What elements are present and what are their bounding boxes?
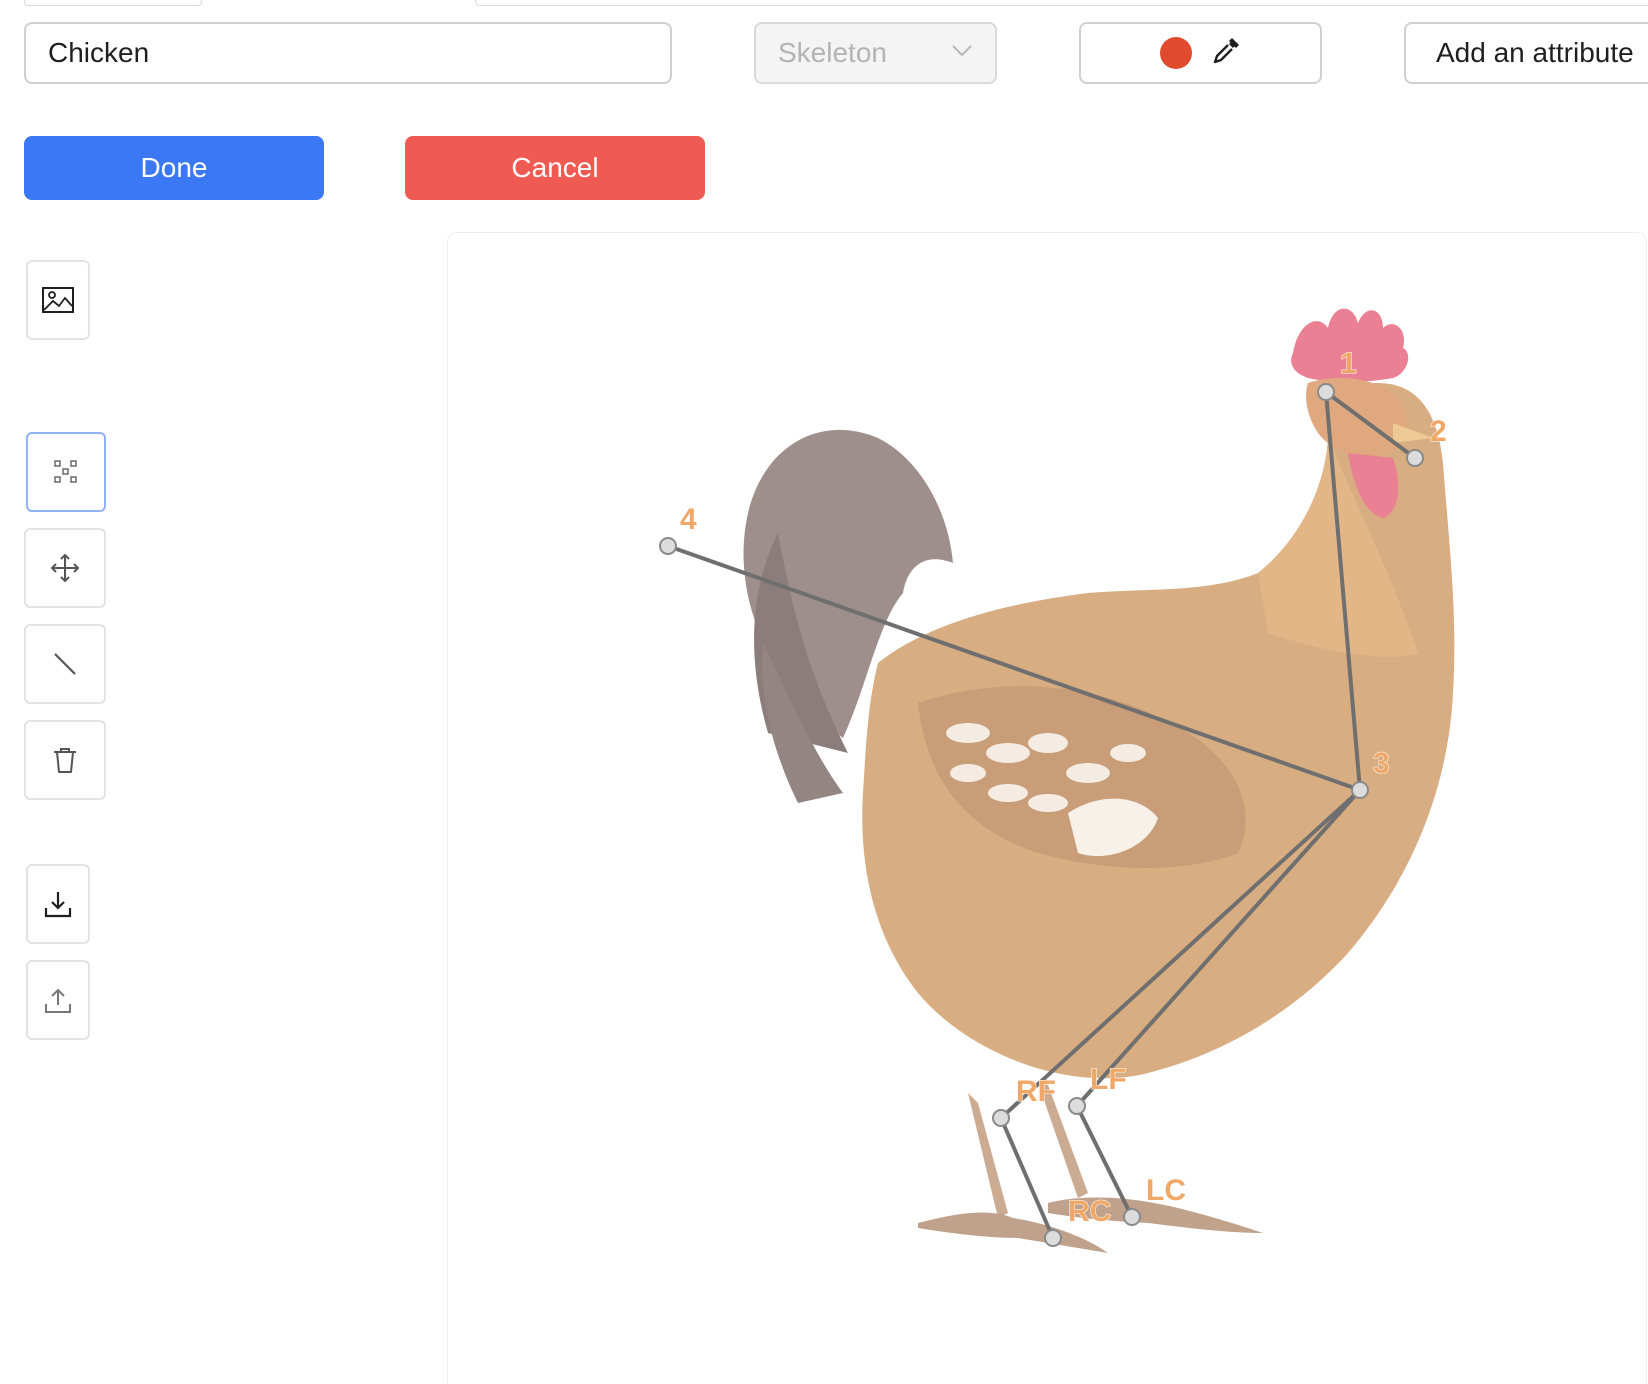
type-select[interactable]: Skeleton	[754, 22, 997, 84]
keypoint-RC[interactable]	[1044, 1229, 1062, 1247]
edge-tool-button[interactable]	[24, 624, 106, 704]
move-icon	[49, 552, 81, 584]
keypoint-label-LF: LF	[1090, 1063, 1127, 1096]
label-name-input[interactable]	[24, 22, 672, 84]
move-tool-button[interactable]	[24, 528, 106, 608]
keypoint-label-2: 2	[1430, 415, 1447, 448]
keypoint-4[interactable]	[659, 537, 677, 555]
tab-remnant	[24, 0, 202, 6]
keypoint-label-3: 3	[1373, 747, 1390, 780]
type-select-value: Skeleton	[778, 37, 887, 68]
download-button[interactable]	[26, 864, 90, 944]
keypoint-2[interactable]	[1406, 449, 1424, 467]
canvas-svg: 1 2 3 4 RF LF RC LC	[659, 308, 1455, 1253]
download-icon	[43, 889, 73, 919]
annotation-canvas[interactable]: 1 2 3 4 RF LF RC LC	[447, 232, 1647, 1384]
color-picker-button[interactable]	[1079, 22, 1322, 84]
color-swatch	[1159, 37, 1192, 69]
keypoint-label-4: 4	[680, 503, 697, 536]
cancel-button[interactable]: Cancel	[405, 136, 705, 200]
keypoint-LC[interactable]	[1123, 1208, 1141, 1226]
keypoint-label-RF: RF	[1016, 1075, 1056, 1108]
line-icon	[50, 649, 80, 679]
keypoint-label-1: 1	[1340, 347, 1357, 380]
eyedropper-icon	[1210, 35, 1242, 72]
keypoint-LF[interactable]	[1068, 1097, 1086, 1115]
done-button[interactable]: Done	[24, 136, 324, 200]
keypoint-3[interactable]	[1351, 781, 1369, 799]
chevron-down-icon	[951, 44, 973, 63]
keypoint-label-RC: RC	[1068, 1195, 1111, 1228]
trash-icon	[50, 745, 80, 775]
rooster-image	[743, 308, 1455, 1253]
upload-icon	[43, 985, 73, 1015]
upload-button[interactable]	[26, 960, 90, 1040]
skeleton-editor: Skeleton Add an attribute Done Cancel	[0, 0, 1648, 1384]
keypoint-label-LC: LC	[1146, 1174, 1186, 1207]
delete-tool-button[interactable]	[24, 720, 106, 800]
keypoints-icon	[51, 457, 81, 487]
image-tool-button[interactable]	[26, 260, 90, 340]
add-attribute-button[interactable]: Add an attribute	[1404, 22, 1648, 84]
keypoint-1[interactable]	[1317, 383, 1335, 401]
image-icon	[41, 286, 75, 314]
header-remnant	[475, 0, 1648, 6]
keypoint-tool-button[interactable]	[26, 432, 106, 512]
keypoint-RF[interactable]	[992, 1109, 1010, 1127]
